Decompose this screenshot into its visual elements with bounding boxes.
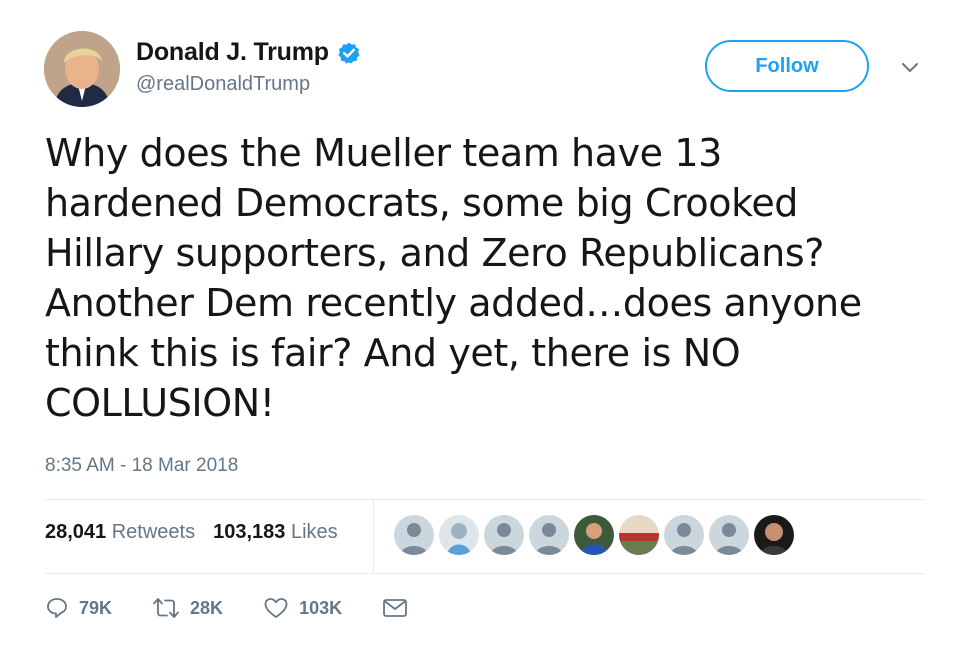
tweet-actions: 79K 28K 103K <box>45 596 448 620</box>
tweet-text: Why does the Mueller team have 13 harden… <box>45 131 862 425</box>
liker-avatar[interactable] <box>709 515 749 555</box>
retweet-count: 28K <box>190 597 224 618</box>
retweet-icon <box>152 596 180 620</box>
liker-avatar[interactable] <box>394 515 434 555</box>
retweets-label: Retweets <box>111 521 196 543</box>
retweet-action[interactable]: 28K <box>152 596 223 620</box>
author-display-name[interactable]: Donald J. Trump <box>136 38 329 67</box>
divider <box>45 573 925 574</box>
reply-action[interactable]: 79K <box>45 596 112 620</box>
reply-count: 79K <box>79 597 113 618</box>
liker-avatar[interactable] <box>529 515 569 555</box>
liker-avatar[interactable] <box>574 515 614 555</box>
chevron-down-icon[interactable] <box>899 56 921 78</box>
liker-avatar[interactable] <box>439 515 479 555</box>
author-info: Donald J. Trump @realDonaldTrump <box>136 38 361 96</box>
liker-avatar[interactable] <box>484 515 524 555</box>
retweets-count: 28,041 <box>45 521 107 543</box>
tweet-timestamp[interactable]: 8:35 AM - 18 Mar 2018 <box>45 455 238 477</box>
liker-avatar[interactable] <box>664 515 704 555</box>
direct-message-action[interactable] <box>382 597 408 619</box>
author-handle[interactable]: @realDonaldTrump <box>136 73 361 96</box>
reply-icon <box>45 596 69 620</box>
message-icon <box>382 597 408 619</box>
liker-avatar[interactable] <box>619 515 659 555</box>
author-avatar[interactable] <box>44 31 120 107</box>
likes-stat[interactable]: 103,183 Likes <box>213 521 338 544</box>
verified-badge-icon <box>337 41 361 65</box>
divider <box>45 499 925 500</box>
stats-separator <box>373 500 374 572</box>
engagement-stats: 28,041 Retweets 103,183 Likes <box>45 521 338 544</box>
likers-avatars <box>394 515 794 555</box>
likes-count: 103,183 <box>213 521 286 543</box>
follow-button[interactable]: Follow <box>705 40 869 92</box>
likes-label: Likes <box>290 521 338 543</box>
like-count: 103K <box>299 597 343 618</box>
retweets-stat[interactable]: 28,041 Retweets <box>45 521 195 544</box>
heart-icon <box>263 596 289 620</box>
like-action[interactable]: 103K <box>263 596 342 620</box>
liker-avatar[interactable] <box>754 515 794 555</box>
